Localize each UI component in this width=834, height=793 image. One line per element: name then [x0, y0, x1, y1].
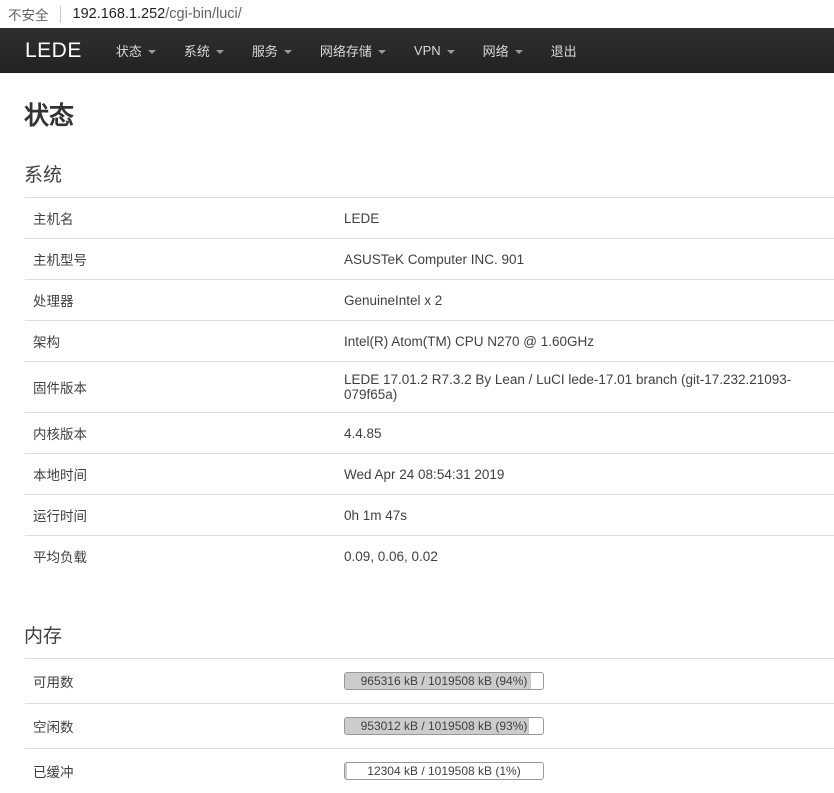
nav-item-label: 网络存储	[320, 41, 372, 60]
page-title: 状态	[24, 96, 834, 132]
brand-logo[interactable]: LEDE	[25, 39, 82, 63]
caret-down-icon	[216, 50, 224, 54]
table-row: 内核版本 4.4.85	[25, 413, 834, 454]
caret-down-icon	[378, 50, 386, 54]
row-value: 12304 kB / 1019508 kB (1%)	[336, 749, 834, 793]
not-secure-badge[interactable]: 不安全	[8, 4, 49, 24]
nav-item-services[interactable]: 服务	[238, 28, 306, 73]
progressbar-text: 953012 kB / 1019508 kB (93%)	[345, 718, 543, 734]
row-label: 运行时间	[25, 495, 336, 536]
table-row: 本地时间 Wed Apr 24 08:54:31 2019	[25, 454, 834, 495]
url-field[interactable]: 192.168.1.252/cgi-bin/luci/	[73, 6, 242, 22]
table-row: 已缓冲 12304 kB / 1019508 kB (1%)	[25, 749, 834, 793]
memory-available-progressbar: 965316 kB / 1019508 kB (94%)	[344, 672, 544, 690]
table-row: 主机型号 ASUSTeK Computer INC. 901	[25, 239, 834, 280]
row-label: 主机型号	[25, 239, 336, 280]
top-navbar: LEDE 状态 系统 服务 网络存储 VPN 网络 退出	[0, 28, 834, 73]
row-label: 本地时间	[25, 454, 336, 495]
nav-item-logout[interactable]: 退出	[537, 28, 591, 73]
row-value: 953012 kB / 1019508 kB (93%)	[336, 704, 834, 749]
row-value: LEDE 17.01.2 R7.3.2 By Lean / LuCI lede-…	[336, 362, 834, 413]
caret-down-icon	[515, 50, 523, 54]
address-bar-divider	[60, 6, 61, 23]
row-value: Intel(R) Atom(TM) CPU N270 @ 1.60GHz	[336, 321, 834, 362]
row-value: 0.09, 0.06, 0.02	[336, 536, 834, 577]
table-row: 处理器 GenuineIntel x 2	[25, 280, 834, 321]
table-row: 主机名 LEDE	[25, 198, 834, 239]
row-value: 0h 1m 47s	[336, 495, 834, 536]
nav-item-label: 退出	[551, 41, 577, 60]
row-label: 已缓冲	[25, 749, 336, 793]
nav-item-label: 网络	[483, 41, 509, 60]
nav-item-label: 状态	[116, 41, 142, 60]
row-value: ASUSTeK Computer INC. 901	[336, 239, 834, 280]
row-label: 架构	[25, 321, 336, 362]
nav-item-status[interactable]: 状态	[102, 28, 170, 73]
section-title-system: 系统	[24, 160, 834, 187]
nav-item-label: 服务	[252, 41, 278, 60]
caret-down-icon	[447, 50, 455, 54]
page-content: 状态 系统 主机名 LEDE 主机型号 ASUSTeK Computer INC…	[0, 96, 834, 793]
row-label: 固件版本	[25, 362, 336, 413]
table-row: 架构 Intel(R) Atom(TM) CPU N270 @ 1.60GHz	[25, 321, 834, 362]
row-label: 处理器	[25, 280, 336, 321]
table-row: 运行时间 0h 1m 47s	[25, 495, 834, 536]
progressbar-text: 965316 kB / 1019508 kB (94%)	[345, 673, 543, 689]
url-path: /cgi-bin/luci/	[165, 6, 242, 22]
nav-item-vpn[interactable]: VPN	[400, 28, 469, 73]
memory-free-progressbar: 953012 kB / 1019508 kB (93%)	[344, 717, 544, 735]
nav-item-nas[interactable]: 网络存储	[306, 28, 400, 73]
progressbar-text: 12304 kB / 1019508 kB (1%)	[345, 763, 543, 779]
row-value: Wed Apr 24 08:54:31 2019	[336, 454, 834, 495]
table-row: 可用数 965316 kB / 1019508 kB (94%)	[25, 659, 834, 704]
memory-buffered-progressbar: 12304 kB / 1019508 kB (1%)	[344, 762, 544, 780]
section-title-memory: 内存	[24, 621, 834, 648]
browser-address-bar: 不安全 192.168.1.252/cgi-bin/luci/	[0, 0, 834, 28]
url-host: 192.168.1.252	[73, 6, 166, 22]
row-label: 内核版本	[25, 413, 336, 454]
nav-item-network[interactable]: 网络	[469, 28, 537, 73]
row-label: 空闲数	[25, 704, 336, 749]
system-info-table: 主机名 LEDE 主机型号 ASUSTeK Computer INC. 901 …	[25, 197, 834, 576]
caret-down-icon	[148, 50, 156, 54]
row-label: 主机名	[25, 198, 336, 239]
nav-item-label: 系统	[184, 41, 210, 60]
caret-down-icon	[284, 50, 292, 54]
row-value: GenuineIntel x 2	[336, 280, 834, 321]
row-label: 平均负载	[25, 536, 336, 577]
nav-item-system[interactable]: 系统	[170, 28, 238, 73]
nav-item-label: VPN	[414, 43, 441, 58]
row-value: LEDE	[336, 198, 834, 239]
row-value: 965316 kB / 1019508 kB (94%)	[336, 659, 834, 704]
table-row: 固件版本 LEDE 17.01.2 R7.3.2 By Lean / LuCI …	[25, 362, 834, 413]
table-row: 平均负载 0.09, 0.06, 0.02	[25, 536, 834, 577]
row-value: 4.4.85	[336, 413, 834, 454]
table-row: 空闲数 953012 kB / 1019508 kB (93%)	[25, 704, 834, 749]
row-label: 可用数	[25, 659, 336, 704]
